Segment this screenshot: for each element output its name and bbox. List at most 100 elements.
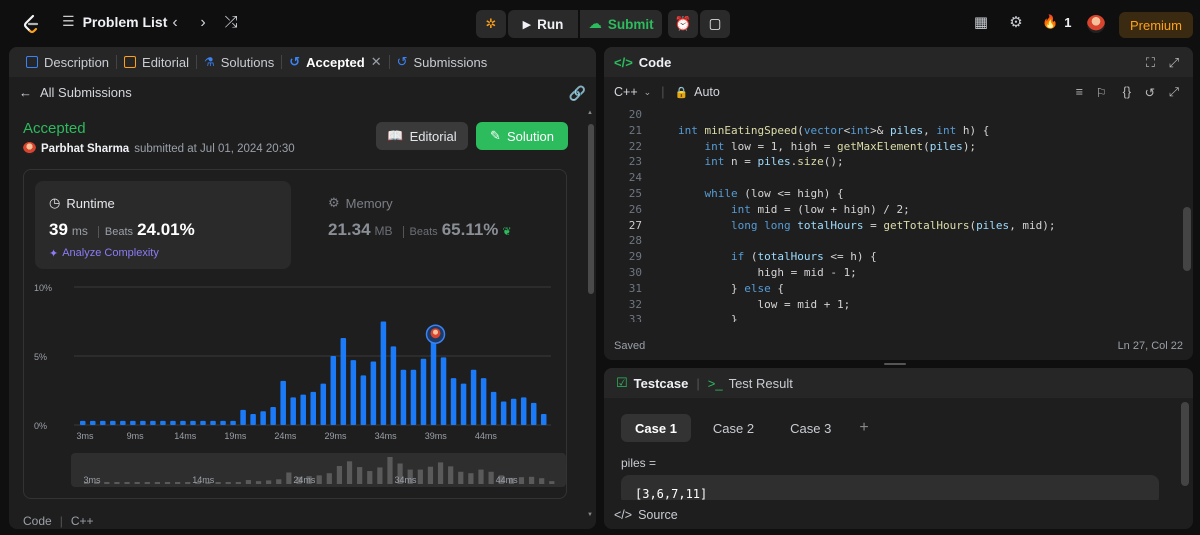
source-bar[interactable]: </> Source [604,500,1193,529]
case-tab-2[interactable]: Case 2 [699,414,768,442]
solution-button[interactable]: ✎ Solution [476,122,568,150]
chart-bar[interactable] [460,383,467,425]
chart-bar[interactable] [440,357,447,425]
chart-bar[interactable] [230,420,236,425]
tab-description[interactable]: Description [19,55,116,70]
chart-bar[interactable] [430,342,437,425]
all-submissions-link[interactable]: ← All Submissions [19,85,132,100]
chart-bar[interactable] [110,420,116,425]
expand-icon[interactable]: ⤢ [1169,55,1179,71]
chart-bar[interactable] [80,420,86,425]
memory-card[interactable]: ⚙ Memory 21.34 MB Beats 65.11% ❦ [314,181,554,269]
code-line[interactable]: int minEatingSpeed(vector<int>& piles, i… [678,124,989,137]
code-line[interactable]: low = mid + 1; [678,298,850,311]
chart-bar[interactable] [150,420,156,425]
chart-bar[interactable] [340,338,347,425]
runtime-card[interactable]: ◷ Runtime 39 ms Beats 24.01% ✦ Analyze C… [35,181,291,269]
chart-bar[interactable] [330,356,337,425]
chart-bar[interactable] [190,420,196,425]
code-line[interactable]: int n = piles.size(); [678,155,844,168]
braces-icon[interactable]: {} [1123,85,1131,99]
close-icon[interactable]: ✕ [371,54,382,70]
language-select[interactable]: C++ ⌄ [614,85,651,99]
tab-submissions[interactable]: ↺ Submissions [390,54,495,70]
chart-bar[interactable] [170,420,176,425]
tab-editorial[interactable]: Editorial [117,55,196,70]
chart-bar[interactable] [130,420,136,425]
tab-solutions[interactable]: ⚗ Solutions [197,55,281,70]
debug-button[interactable]: ✲ [476,10,506,38]
chart-bar[interactable] [100,420,106,425]
chart-bar[interactable] [180,420,186,425]
leetcode-logo-icon[interactable] [20,13,42,35]
case-tab-3[interactable]: Case 3 [776,414,845,442]
fullscreen-icon[interactable]: ⤢ [1169,85,1179,100]
maximize-icon[interactable]: ⛶ [1146,55,1155,71]
chart-bar[interactable] [220,420,226,425]
runtime-distribution-chart[interactable]: 10% 5% 0% 3ms 9ms 14ms 19ms 24ms 29ms 34ms 39ms 44m… [24,275,568,495]
notes-button[interactable]: ▢ [700,10,730,38]
chart-bar[interactable] [290,397,296,425]
layout-icon[interactable]: ▦ [972,14,990,32]
prev-problem-icon[interactable]: ‹ [166,14,184,32]
chart-bar[interactable] [300,394,306,425]
tab-accepted[interactable]: ↺ Accepted ✕ [282,54,388,70]
test-scrollbar[interactable] [1181,402,1189,486]
auto-mode[interactable]: Auto [694,85,720,99]
chart-bar[interactable] [310,391,317,425]
chart-bar[interactable] [350,360,357,425]
chart-bar[interactable] [250,413,256,425]
chart-bar[interactable] [240,409,246,425]
chart-bar[interactable] [140,420,146,425]
add-case-icon[interactable]: + [853,414,874,442]
avatar[interactable] [23,142,36,155]
scroll-down-icon[interactable]: ▼ [587,512,595,520]
chart-bar[interactable] [410,369,417,425]
code-editor[interactable]: 20 21 int minEatingSpeed(vector<int>& pile… [604,108,1193,322]
chart-bar[interactable] [510,398,517,425]
chart-bar[interactable] [320,383,327,425]
chart-bar[interactable] [480,378,487,425]
chart-bar[interactable] [520,397,527,425]
chart-bar[interactable] [450,378,457,425]
chart-bar[interactable] [490,391,497,425]
editor-scrollbar[interactable] [1183,207,1191,271]
chart-bar[interactable] [500,401,507,425]
user-avatar[interactable] [1087,15,1105,33]
resize-handle[interactable] [884,363,906,365]
user-name[interactable]: Parbhat Sharma [41,143,129,155]
format-icon[interactable]: ≡ [1076,85,1083,99]
scroll-up-icon[interactable]: ▲ [587,110,595,118]
tab-testcase[interactable]: ☑ Testcase [616,375,688,391]
problem-list-button[interactable]: ☰ Problem List [62,13,167,30]
run-button[interactable]: ▶ Run [508,10,578,38]
chart-bar[interactable] [420,358,427,425]
chart-bar[interactable] [210,420,216,425]
chart-bar[interactable] [260,411,266,425]
code-line[interactable]: if (totalHours <= h) { [678,250,877,263]
code-line[interactable]: } else { [678,282,784,295]
shuffle-icon[interactable]: ⤮ [222,14,240,32]
tab-test-result[interactable]: >_ Test Result [708,376,793,391]
chart-bar[interactable] [390,346,397,425]
chart-bar[interactable] [280,380,286,425]
chart-bar[interactable] [160,420,166,425]
code-line[interactable]: int low = 1, high = getMaxElement(piles)… [678,140,977,153]
chart-bar[interactable] [200,420,206,425]
case-tab-1[interactable]: Case 1 [621,414,691,442]
share-link-icon[interactable]: 🔗 [569,85,586,102]
left-scrollbar[interactable]: ▲ ▼ [587,110,595,520]
premium-button[interactable]: Premium [1119,12,1193,38]
code-line[interactable]: int mid = (low + high) / 2; [678,203,910,216]
editorial-button[interactable]: 📖 Editorial [376,122,468,150]
chart-bar[interactable] [470,369,477,425]
submit-button[interactable]: ☁ Submit [580,10,662,38]
streak-counter[interactable]: 🔥 1 [1042,14,1071,30]
code-line[interactable]: } [678,313,738,322]
code-line[interactable]: long long totalHours = getTotalHours(pil… [678,219,1056,232]
chart-bar[interactable] [270,407,276,425]
bookmark-icon[interactable]: ⚐ [1096,85,1107,100]
chart-bar[interactable] [530,402,537,425]
analyze-complexity-link[interactable]: ✦ Analyze Complexity [49,247,159,260]
next-problem-icon[interactable]: › [194,14,212,32]
